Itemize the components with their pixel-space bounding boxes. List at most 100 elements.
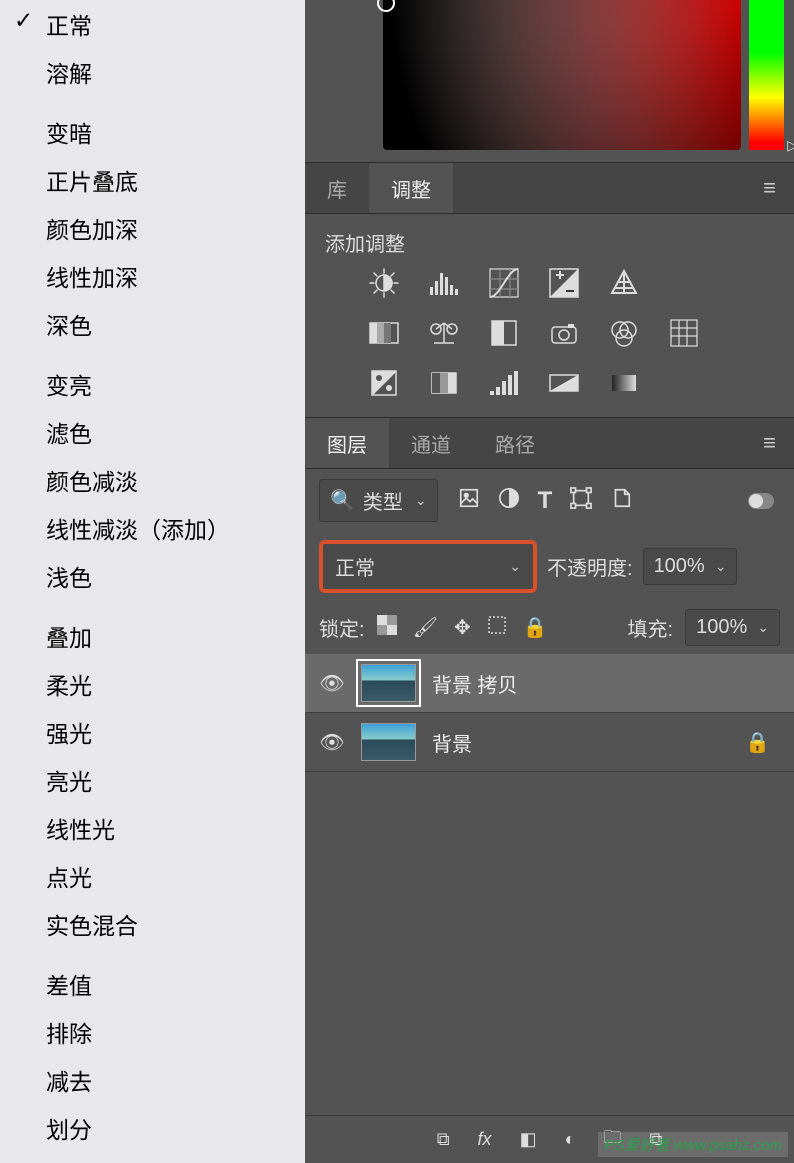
vibrance-icon[interactable] [605,267,643,299]
search-icon: 🔍 [330,488,355,513]
layer-thumbnail[interactable] [361,723,416,761]
color-balance-icon[interactable] [425,317,463,349]
menu-item-soft-light[interactable]: 柔光 [0,660,305,708]
menu-item-hard-light[interactable]: 强光 [0,708,305,756]
blend-mode-menu[interactable]: 正常 溶解 变暗 正片叠底 颜色加深 线性加深 深色 变亮 滤色 颜色减淡 线性… [0,0,305,1163]
menu-item-lighter-color[interactable]: 浅色 [0,552,305,600]
panel-menu-icon[interactable]: ≡ [763,175,776,201]
menu-item-multiply[interactable]: 正片叠底 [0,156,305,204]
selective-color-icon[interactable] [605,367,643,399]
link-layers-icon[interactable]: ⧉ [437,1129,450,1150]
posterize-icon[interactable] [425,367,463,399]
layer-name[interactable]: 背景 [432,728,472,757]
color-cursor-icon[interactable] [377,0,395,12]
blend-mode-value: 正常 [335,552,375,581]
layers-panel: 🔍 类型 ⌄ T 正常 ⌄ 不透明度: 100% ⌄ [305,469,794,1163]
brightness-contrast-icon[interactable] [365,267,403,299]
filter-toggle[interactable] [748,493,774,509]
right-panels: ▷ 库 调整 ≡ 添加调整 [305,0,794,1163]
adjustments-grid [305,267,794,417]
visibility-toggle-icon[interactable]: 👁 [319,671,345,696]
adjustments-title: 添加调整 [305,214,794,267]
tab-paths[interactable]: 路径 [473,418,557,468]
exposure-icon[interactable] [545,267,583,299]
lock-fill-row: 锁定: 🖌 ✥ 🔒 填充: 100% ⌄ [305,601,794,654]
menu-item-exclusion[interactable]: 排除 [0,1008,305,1056]
menu-item-divide[interactable]: 划分 [0,1104,305,1152]
menu-item-subtract[interactable]: 减去 [0,1056,305,1104]
new-adjustment-layer-icon[interactable]: ◐ [565,1129,576,1150]
hue-saturation-icon[interactable] [365,317,403,349]
tab-adjustments[interactable]: 调整 [369,163,453,213]
filter-kind-dropdown[interactable]: 🔍 类型 ⌄ [319,479,438,522]
threshold-icon[interactable] [485,367,523,399]
lock-artboard-icon[interactable] [487,615,507,641]
color-picker[interactable]: ▷ [305,0,794,162]
opacity-input[interactable]: 100% ⌄ [643,548,738,585]
invert-icon[interactable] [365,367,403,399]
menu-item-difference[interactable]: 差值 [0,960,305,1008]
opacity-value: 100% [654,555,705,578]
menu-item-pin-light[interactable]: 点光 [0,852,305,900]
layer-filter-row: 🔍 类型 ⌄ T [305,469,794,532]
adjustments-tabs: 库 调整 ≡ [305,162,794,214]
blend-mode-dropdown[interactable]: 正常 ⌄ [319,540,537,593]
filter-type-icon[interactable]: T [538,487,553,515]
filter-adjustment-icon[interactable] [498,487,520,515]
visibility-toggle-icon[interactable]: 👁 [319,730,345,755]
menu-item-linear-dodge[interactable]: 线性减淡（添加） [0,504,305,552]
menu-item-color-dodge[interactable]: 颜色减淡 [0,456,305,504]
layer-row[interactable]: 👁 背景 拷贝 [305,654,794,713]
menu-item-normal[interactable]: 正常 [0,0,305,48]
menu-item-overlay[interactable]: 叠加 [0,612,305,660]
layers-tabs: 图层 通道 路径 ≡ [305,417,794,469]
layer-mask-icon[interactable]: ◧ [520,1129,537,1150]
layer-thumbnail[interactable] [361,664,416,702]
menu-item-darken[interactable]: 变暗 [0,108,305,156]
hue-pointer-icon[interactable]: ▷ [787,137,794,154]
black-white-icon[interactable] [485,317,523,349]
layer-fx-icon[interactable]: fx [478,1129,492,1150]
menu-item-linear-light[interactable]: 线性光 [0,804,305,852]
layer-list: 👁 背景 拷贝 👁 背景 🔒 [305,654,794,772]
menu-item-screen[interactable]: 滤色 [0,408,305,456]
lock-all-icon[interactable]: 🔒 [523,615,548,640]
filter-shape-icon[interactable] [570,487,592,515]
lock-label: 锁定: [319,613,365,642]
menu-item-lighten[interactable]: 变亮 [0,360,305,408]
color-lookup-icon[interactable] [665,317,703,349]
blend-opacity-row: 正常 ⌄ 不透明度: 100% ⌄ [305,532,794,601]
menu-item-dissolve[interactable]: 溶解 [0,48,305,96]
menu-item-darker-color[interactable]: 深色 [0,300,305,348]
chevron-down-icon: ⌄ [757,619,769,636]
gradient-map-icon[interactable] [545,367,583,399]
hue-slider[interactable]: ▷ [749,0,784,150]
fill-value: 100% [696,616,747,639]
curves-icon[interactable] [485,267,523,299]
tab-layers[interactable]: 图层 [305,418,389,468]
watermark: PS爱好者 www.psahz.com [598,1132,788,1157]
photo-filter-icon[interactable] [545,317,583,349]
layer-name[interactable]: 背景 拷贝 [432,669,518,698]
menu-item-color-burn[interactable]: 颜色加深 [0,204,305,252]
filter-smartobject-icon[interactable] [610,487,632,515]
layer-row[interactable]: 👁 背景 🔒 [305,713,794,772]
lock-position-icon[interactable]: ✥ [454,615,471,640]
levels-icon[interactable] [425,267,463,299]
menu-item-vivid-light[interactable]: 亮光 [0,756,305,804]
tab-library[interactable]: 库 [305,163,369,213]
channel-mixer-icon[interactable] [605,317,643,349]
chevron-down-icon: ⌄ [415,492,427,509]
chevron-down-icon: ⌄ [715,558,727,575]
filter-pixel-icon[interactable] [458,487,480,515]
chevron-down-icon: ⌄ [509,558,521,575]
color-field[interactable] [383,0,741,150]
menu-item-hard-mix[interactable]: 实色混合 [0,900,305,948]
menu-item-linear-burn[interactable]: 线性加深 [0,252,305,300]
lock-transparency-icon[interactable] [377,615,397,641]
panel-menu-icon[interactable]: ≡ [763,430,776,456]
lock-brush-icon[interactable]: 🖌 [413,615,438,640]
tab-channels[interactable]: 通道 [389,418,473,468]
fill-input[interactable]: 100% ⌄ [685,609,780,646]
lock-icon: 🔒 [745,730,770,755]
